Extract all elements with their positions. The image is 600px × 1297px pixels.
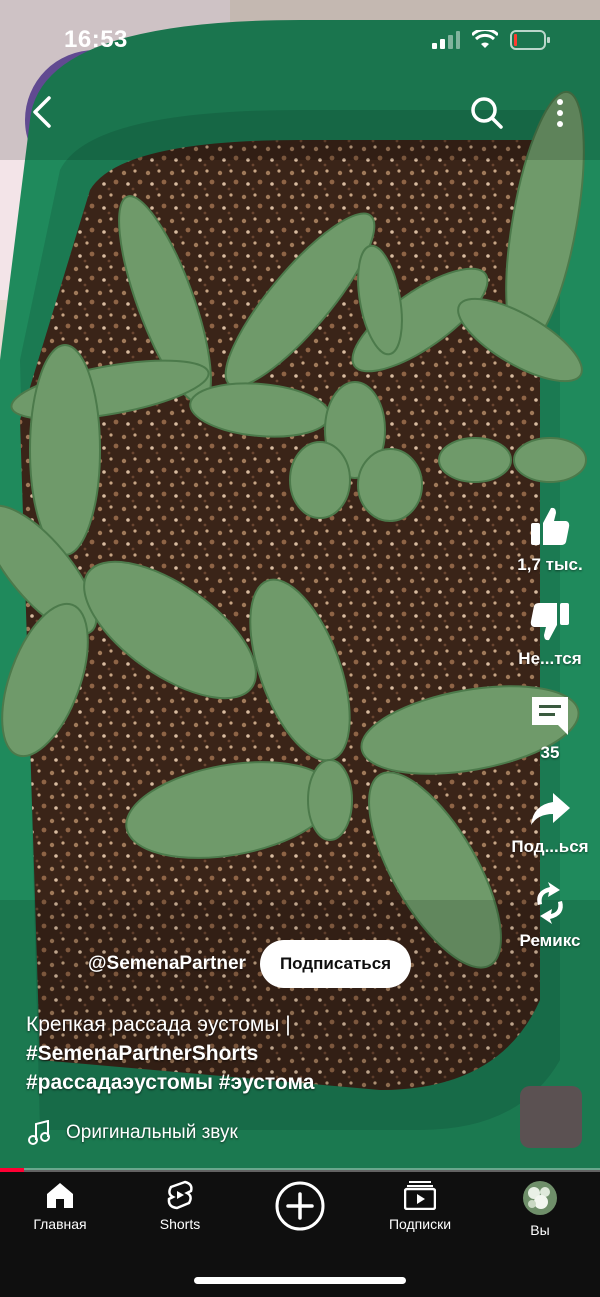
- remix-label: Ремикс: [519, 931, 581, 950]
- video-caption[interactable]: Крепкая рассада эустомы | #SemenaPartner…: [26, 1010, 446, 1097]
- share-label: Под...ься: [511, 837, 589, 856]
- avatar: [523, 1181, 557, 1215]
- search-button[interactable]: [468, 94, 506, 132]
- more-icon: [557, 99, 563, 127]
- like-button[interactable]: 1,7 тыс.: [517, 505, 583, 575]
- nav-you[interactable]: Вы: [480, 1180, 600, 1238]
- home-indicator: [194, 1277, 406, 1284]
- status-time: 16:53: [64, 26, 128, 53]
- dislike-button[interactable]: Не...тся: [518, 599, 582, 669]
- hashtag-link[interactable]: #SemenaPartnerShorts: [26, 1042, 258, 1065]
- create-icon: [275, 1181, 325, 1231]
- shorts-icon: [167, 1180, 193, 1210]
- shorts-top-bar: [0, 88, 600, 138]
- dislike-label: Не...тся: [518, 649, 582, 668]
- comments-button[interactable]: 35: [528, 693, 572, 763]
- like-icon: [530, 507, 570, 545]
- nav-subscriptions-label: Подписки: [388, 1216, 452, 1232]
- status-bar: 16:53: [0, 24, 600, 60]
- action-rail: 1,7 тыс. Не...тся 35 Под...ься Ремикс: [510, 505, 590, 975]
- subscriptions-icon: [404, 1181, 436, 1210]
- hashtag-link[interactable]: #эустома: [219, 1071, 315, 1094]
- back-icon: [33, 96, 51, 128]
- share-button[interactable]: Под...ься: [511, 787, 589, 857]
- nav-shorts[interactable]: Shorts: [120, 1180, 240, 1232]
- wifi-icon: [472, 30, 498, 48]
- comment-icon: [532, 697, 568, 735]
- battery-icon: [510, 30, 550, 50]
- nav-create[interactable]: [240, 1180, 360, 1232]
- caption-text: Крепкая рассада эустомы |: [26, 1013, 291, 1036]
- sound-label: Оригинальный звук: [66, 1122, 238, 1143]
- nav-shorts-label: Shorts: [159, 1216, 201, 1232]
- nav-you-label: Вы: [530, 1222, 550, 1238]
- remix-icon: [537, 882, 563, 924]
- home-icon: [47, 1183, 73, 1208]
- subscribe-button[interactable]: Подписаться: [259, 940, 412, 988]
- sound-thumbnail[interactable]: [520, 1086, 582, 1148]
- search-icon: [471, 97, 503, 129]
- channel-row: @SemenaPartner Подписаться: [88, 940, 412, 988]
- signal-icon: [432, 31, 460, 49]
- channel-handle[interactable]: @SemenaPartner: [88, 953, 246, 975]
- nav-home-label: Главная: [33, 1216, 87, 1232]
- remix-button[interactable]: Ремикс: [519, 881, 581, 951]
- more-button[interactable]: [548, 94, 572, 132]
- music-note-icon: [28, 1120, 50, 1145]
- back-button[interactable]: [24, 94, 60, 130]
- comments-count: 35: [540, 743, 560, 762]
- dislike-icon: [530, 603, 569, 641]
- hashtag-link[interactable]: #рассадаэустомы: [26, 1071, 213, 1094]
- like-count: 1,7 тыс.: [517, 555, 583, 574]
- share-icon: [530, 793, 570, 825]
- sound-row[interactable]: Оригинальный звук: [28, 1120, 238, 1146]
- nav-home[interactable]: Главная: [0, 1180, 120, 1232]
- nav-subscriptions[interactable]: Подписки: [360, 1180, 480, 1232]
